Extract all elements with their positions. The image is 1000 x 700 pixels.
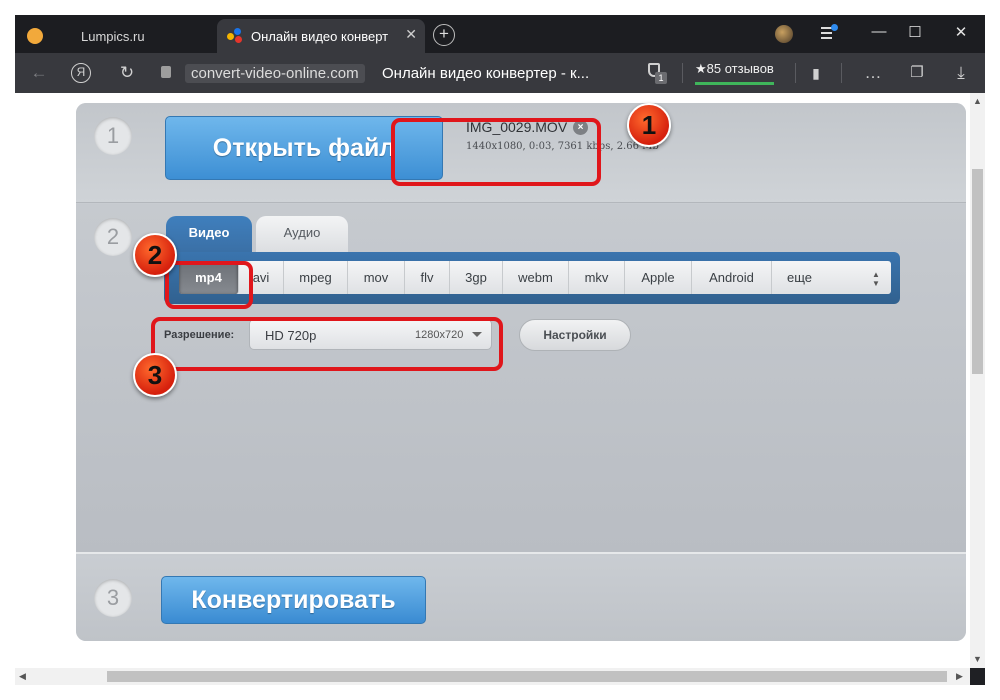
address-bar: ← Я ↻ convert-video-online.com Онлайн ви… <box>15 53 985 93</box>
format-mkv[interactable]: mkv <box>569 261 625 294</box>
converter-favicon-icon <box>227 28 243 44</box>
profile-avatar-icon[interactable] <box>775 25 793 43</box>
highlight-mp4 <box>165 261 253 309</box>
extension-shield-icon[interactable]: 1 <box>647 61 667 84</box>
reviews-badge[interactable]: ★85 отзывов <box>695 61 774 85</box>
divider <box>795 63 796 83</box>
tab-video-converter[interactable]: Онлайн видео конверт ✕ <box>217 19 425 53</box>
settings-button[interactable]: Настройки <box>519 319 631 351</box>
tab-title: Онлайн видео конверт <box>251 28 389 44</box>
convert-button[interactable]: Конвертировать <box>161 576 426 624</box>
annotation-badge-3: 3 <box>133 353 177 397</box>
vertical-scroll-thumb[interactable] <box>972 169 983 374</box>
updown-arrows-icon[interactable]: ▲ ▼ <box>861 261 891 294</box>
new-tab-button[interactable]: + <box>433 24 455 46</box>
highlight-resolution <box>151 317 503 371</box>
yandex-logo-icon[interactable]: Я <box>71 63 91 83</box>
format-3gp[interactable]: 3gp <box>450 261 503 294</box>
download-icon[interactable]: ⤓ <box>949 61 973 85</box>
annotation-badge-1: 1 <box>627 103 671 147</box>
bookmark-icon[interactable]: ▮ <box>804 61 828 85</box>
scroll-down-icon[interactable]: ▼ <box>973 654 982 664</box>
maximize-button[interactable]: ☐ <box>903 23 927 41</box>
url-page-title[interactable]: Онлайн видео конвертер - к... <box>382 65 589 82</box>
format-mpeg[interactable]: mpeg <box>284 261 348 294</box>
scroll-left-icon[interactable]: ◀ <box>19 671 26 682</box>
reading-list-icon[interactable]: ❐ <box>905 61 929 85</box>
step-2-section: 2 Аудио Видео mp4 avi mpeg mov flv 3gp w… <box>76 204 966 554</box>
format-android[interactable]: Android <box>692 261 772 294</box>
step-number: 1 <box>94 117 132 155</box>
more-icon[interactable]: … <box>861 61 885 85</box>
scroll-up-icon[interactable]: ▲ <box>973 96 982 106</box>
horizontal-scroll-thumb[interactable] <box>107 671 947 682</box>
format-bar: mp4 avi mpeg mov flv 3gp webm mkv Apple … <box>164 252 900 304</box>
minimize-button[interactable]: — <box>867 23 891 40</box>
scroll-right-icon[interactable]: ▶ <box>956 671 963 682</box>
format-list: mp4 avi mpeg mov flv 3gp webm mkv Apple … <box>179 261 891 294</box>
close-window-button[interactable]: ✕ <box>949 23 973 41</box>
step-number: 2 <box>94 218 132 256</box>
tab-audio[interactable]: Аудио <box>256 216 348 252</box>
tab-title: Lumpics.ru <box>81 28 145 44</box>
tab-lumpics[interactable]: Lumpics.ru <box>15 19 215 53</box>
divider <box>682 63 683 83</box>
tab-close-icon[interactable]: ✕ <box>405 26 417 43</box>
format-more[interactable]: еще <box>772 261 827 294</box>
step-3-section: 3 Конвертировать <box>76 556 966 641</box>
extension-badge-count: 1 <box>655 72 667 84</box>
format-apple[interactable]: Apple <box>625 261 692 294</box>
browser-window: Lumpics.ru Онлайн видео конверт ✕ + — ☐ … <box>15 15 985 685</box>
collections-icon[interactable] <box>821 24 839 42</box>
vertical-scrollbar[interactable]: ▲ ▼ <box>970 93 985 668</box>
page-content: 1 Открыть файл IMG_0029.MOV × 1440x1080,… <box>15 93 970 668</box>
format-mov[interactable]: mov <box>348 261 405 294</box>
step-number: 3 <box>94 579 132 617</box>
annotation-badge-2: 2 <box>133 233 177 277</box>
lumpics-favicon-icon <box>27 28 43 44</box>
back-arrow-icon[interactable]: ← <box>27 61 51 85</box>
format-flv[interactable]: flv <box>405 261 450 294</box>
highlight-file-info <box>391 118 601 186</box>
divider <box>841 63 842 83</box>
reload-icon[interactable]: ↻ <box>115 61 139 85</box>
lock-icon <box>161 66 171 78</box>
horizontal-scrollbar[interactable]: ◀ ▶ <box>15 668 970 685</box>
tab-video[interactable]: Видео <box>166 216 252 254</box>
url-domain[interactable]: convert-video-online.com <box>185 64 365 83</box>
format-webm[interactable]: webm <box>503 261 569 294</box>
tab-bar: Lumpics.ru Онлайн видео конверт ✕ + — ☐ … <box>15 15 985 53</box>
